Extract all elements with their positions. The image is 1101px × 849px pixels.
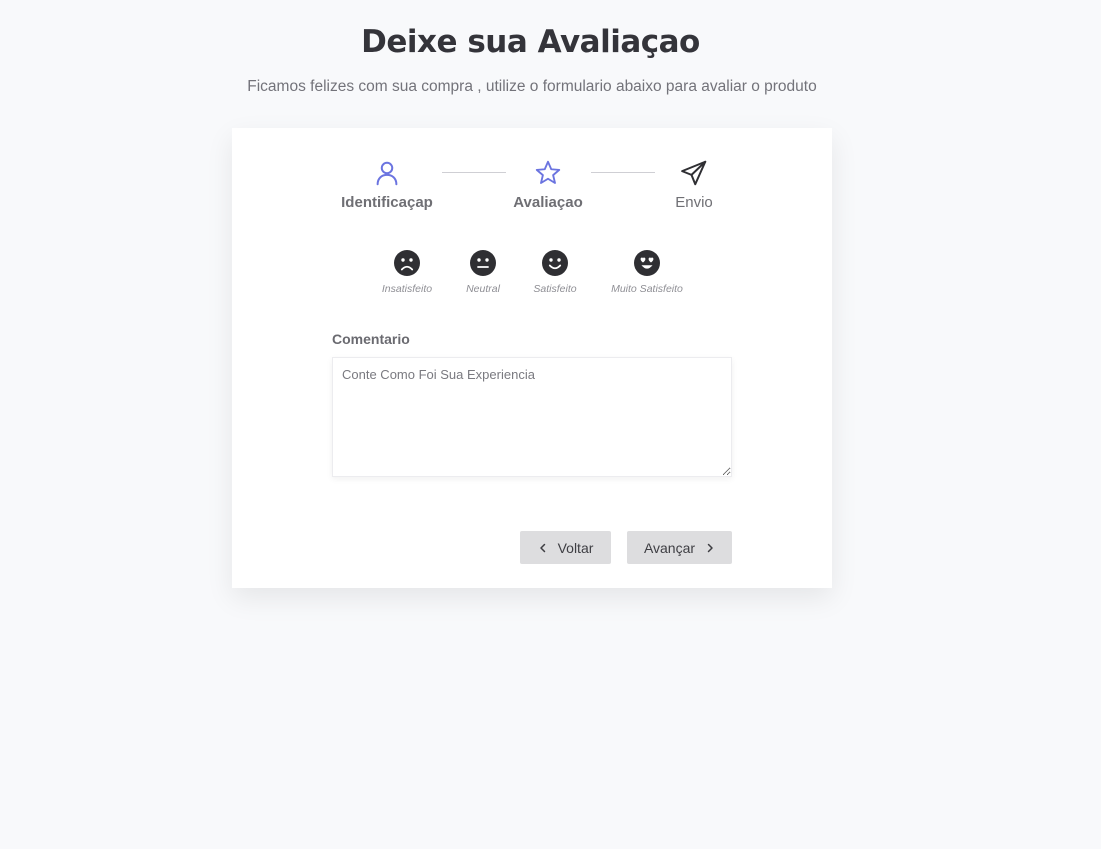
rating-label: Satisfeito bbox=[533, 283, 577, 295]
step-identificacao[interactable]: Identificaçap bbox=[317, 158, 457, 211]
rating-label: Muito Satisfeito bbox=[611, 283, 683, 295]
star-icon bbox=[535, 160, 561, 184]
heart-eyes-face-icon bbox=[634, 250, 660, 276]
user-icon bbox=[376, 161, 398, 186]
comment-label: Comentario bbox=[332, 331, 410, 347]
back-button[interactable]: Voltar bbox=[520, 531, 611, 564]
sad-face-icon bbox=[394, 250, 420, 276]
step-label: Avaliaçao bbox=[513, 194, 583, 211]
page-title: Deixe sua Avaliaçao bbox=[361, 24, 700, 60]
next-button[interactable]: Avançar bbox=[627, 531, 732, 564]
step-label: Envio bbox=[675, 194, 713, 211]
rating-muito-satisfeito[interactable]: Muito Satisfeito bbox=[606, 249, 688, 295]
step-envio[interactable]: Envio bbox=[624, 158, 764, 211]
rating-insatisfeito[interactable]: Insatisfeito bbox=[376, 249, 438, 295]
step-avaliacao[interactable]: Avaliaçao bbox=[478, 158, 618, 211]
back-button-label: Voltar bbox=[557, 539, 594, 556]
chevron-left-icon bbox=[539, 543, 545, 552]
comment-textarea[interactable] bbox=[332, 357, 732, 477]
smile-face-icon bbox=[542, 250, 568, 276]
chevron-right-icon bbox=[707, 543, 713, 552]
rating-satisfeito[interactable]: Satisfeito bbox=[529, 249, 581, 295]
next-button-label: Avançar bbox=[643, 539, 696, 556]
send-icon bbox=[681, 160, 707, 186]
step-label: Identificaçap bbox=[341, 194, 433, 211]
rating-neutral[interactable]: Neutral bbox=[459, 249, 507, 295]
rating-label: Insatisfeito bbox=[381, 283, 433, 295]
rating-label: Neutral bbox=[466, 283, 500, 295]
neutral-face-icon bbox=[470, 250, 496, 276]
review-form-card: Identificaçap Avaliaçao Envio Insatisfei… bbox=[232, 128, 832, 588]
page-subtitle: Ficamos felizes com sua compra , utilize… bbox=[247, 78, 817, 95]
